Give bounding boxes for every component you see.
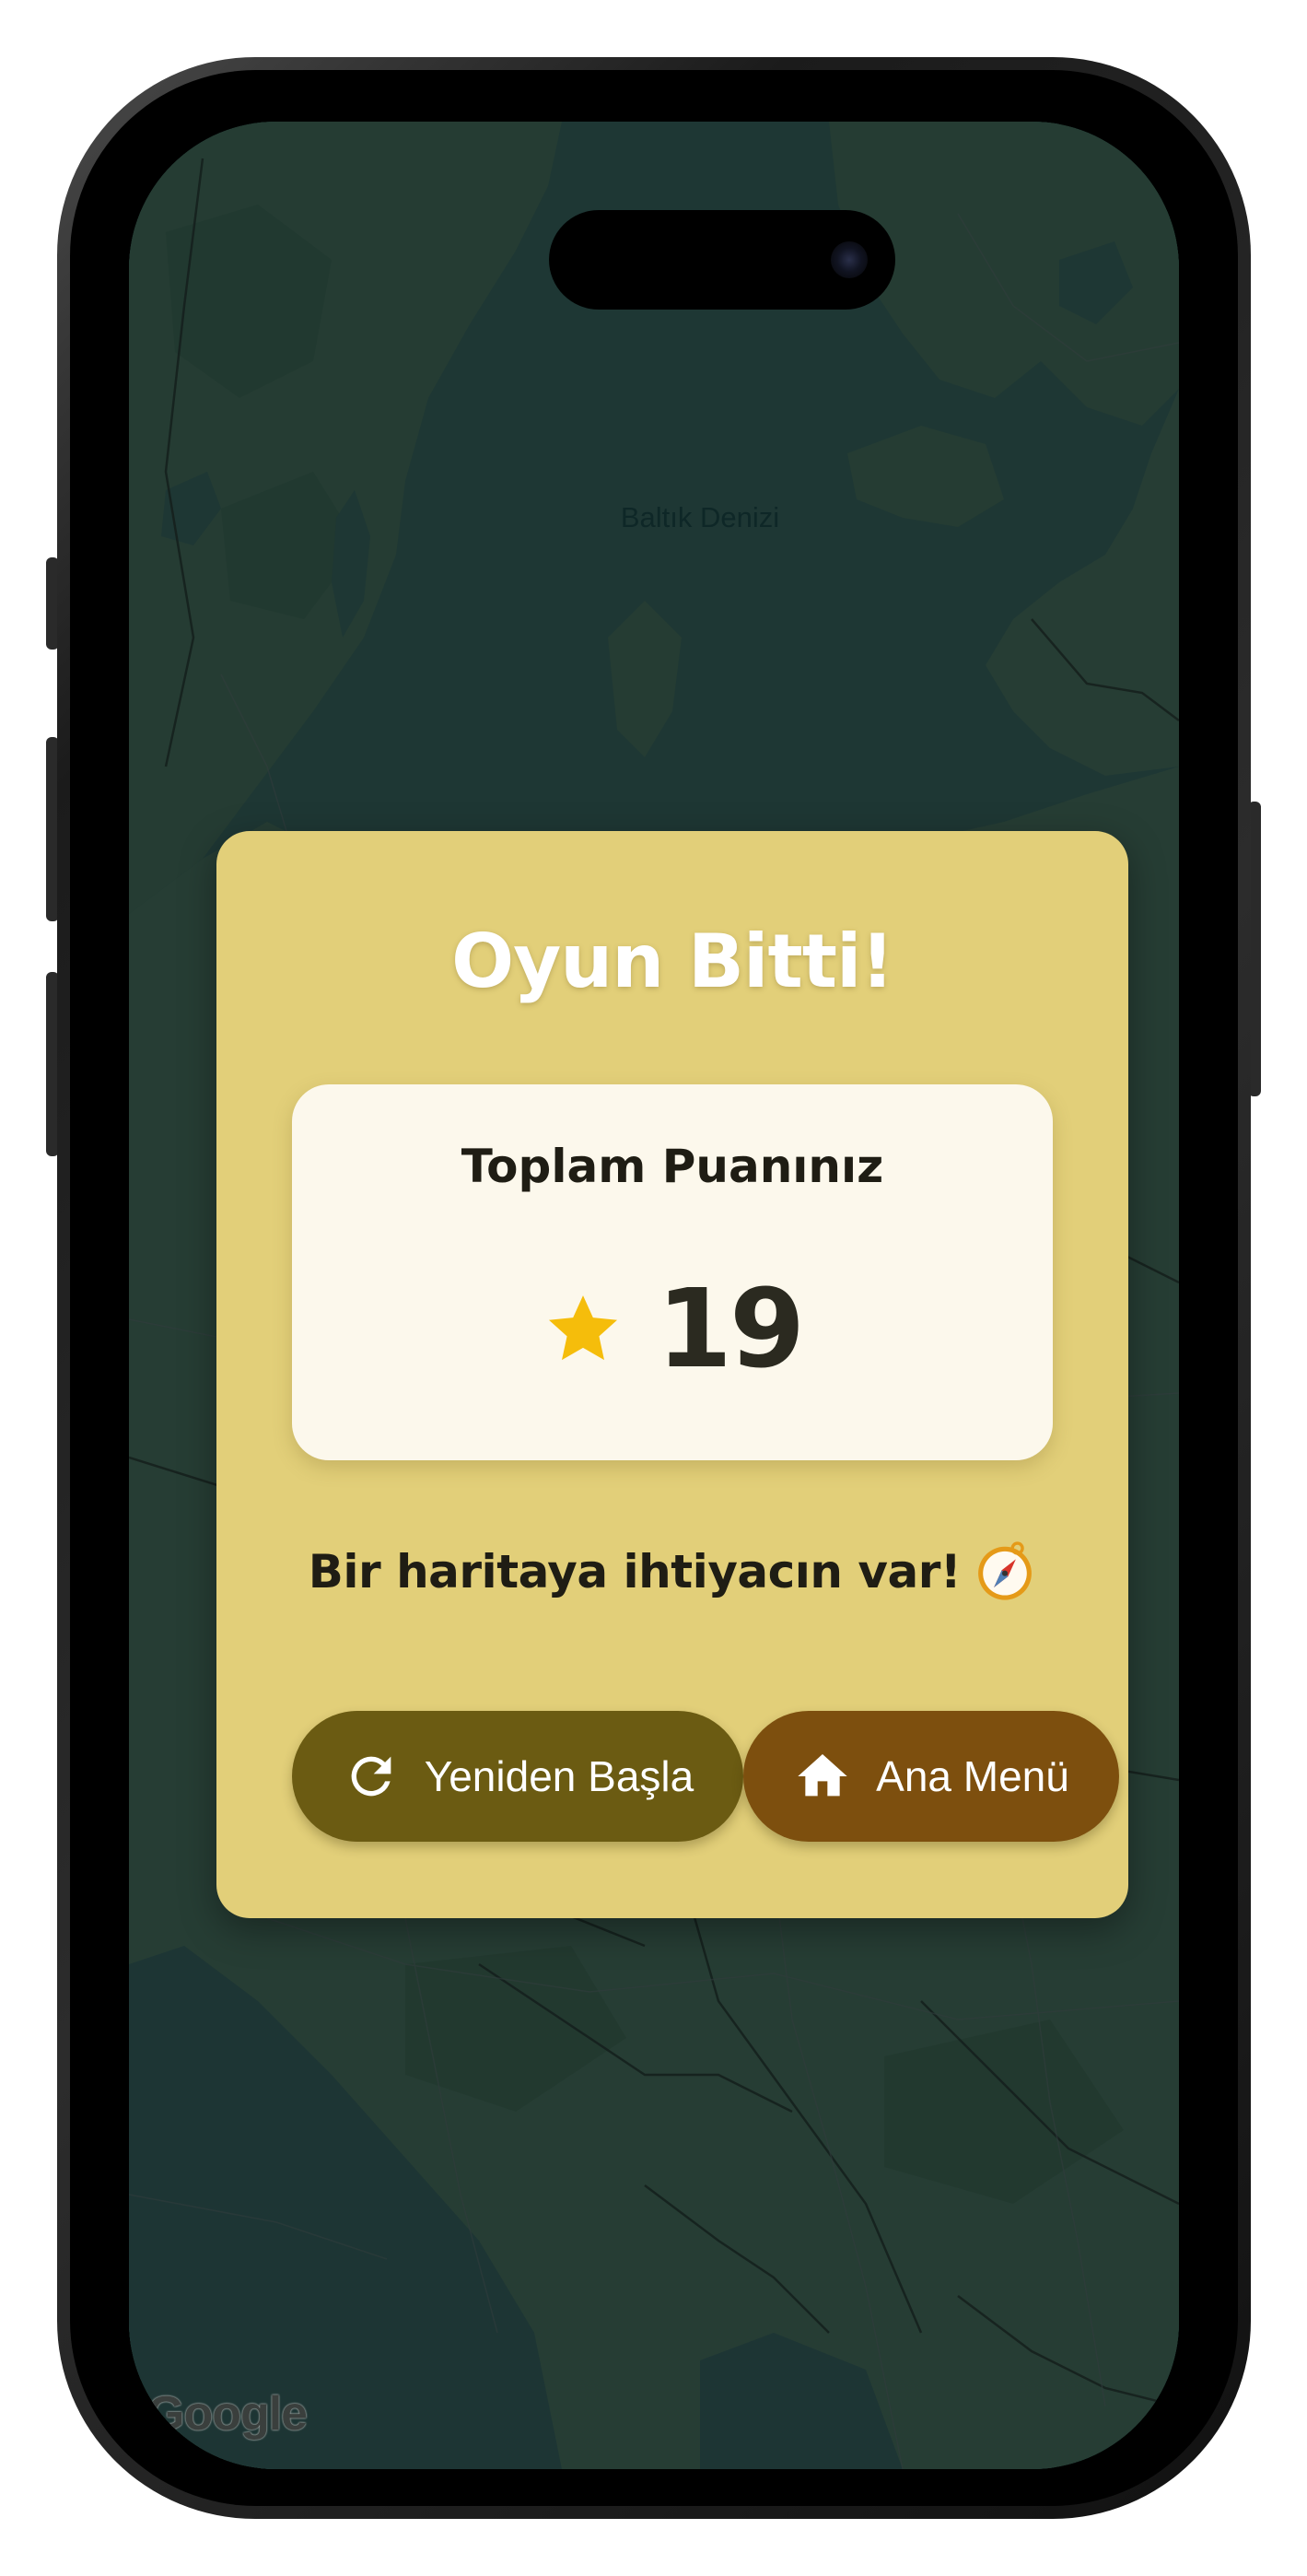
score-row: 19	[292, 1265, 1053, 1392]
score-value: 19	[656, 1265, 805, 1392]
phone-bezel: Baltık Denizi Google Oyun Bitti! Toplam …	[70, 70, 1238, 2506]
home-icon	[798, 1754, 847, 1797]
main-menu-button[interactable]: Ana Menü	[743, 1711, 1119, 1842]
dynamic-island	[549, 210, 895, 310]
score-label: Toplam Puanınız	[461, 1140, 884, 1193]
restart-button-label: Yeniden Başla	[424, 1752, 694, 1800]
refresh-icon	[351, 1756, 391, 1797]
main-menu-button-label: Ana Menü	[876, 1752, 1069, 1800]
star-icon	[548, 1295, 617, 1361]
dialog-title: Oyun Bitti!	[451, 919, 894, 1004]
google-logo: Google	[147, 2387, 308, 2441]
compass-icon	[978, 1541, 1033, 1600]
hint-row: Bir haritaya ihtiyacın var!	[216, 1540, 1128, 1603]
camera-icon	[831, 241, 868, 278]
score-card: Toplam Puanınız 19	[292, 1084, 1053, 1460]
screen: Baltık Denizi Google Oyun Bitti! Toplam …	[129, 122, 1179, 2469]
game-over-dialog: Oyun Bitti! Toplam Puanınız 19 Bir harit…	[216, 831, 1128, 1918]
phone-frame: Baltık Denizi Google Oyun Bitti! Toplam …	[57, 57, 1251, 2519]
restart-button[interactable]: Yeniden Başla	[292, 1711, 743, 1842]
map-label-baltic-sea: Baltık Denizi	[620, 501, 780, 533]
hint-text: Bir haritaya ihtiyacın var!	[308, 1545, 962, 1598]
